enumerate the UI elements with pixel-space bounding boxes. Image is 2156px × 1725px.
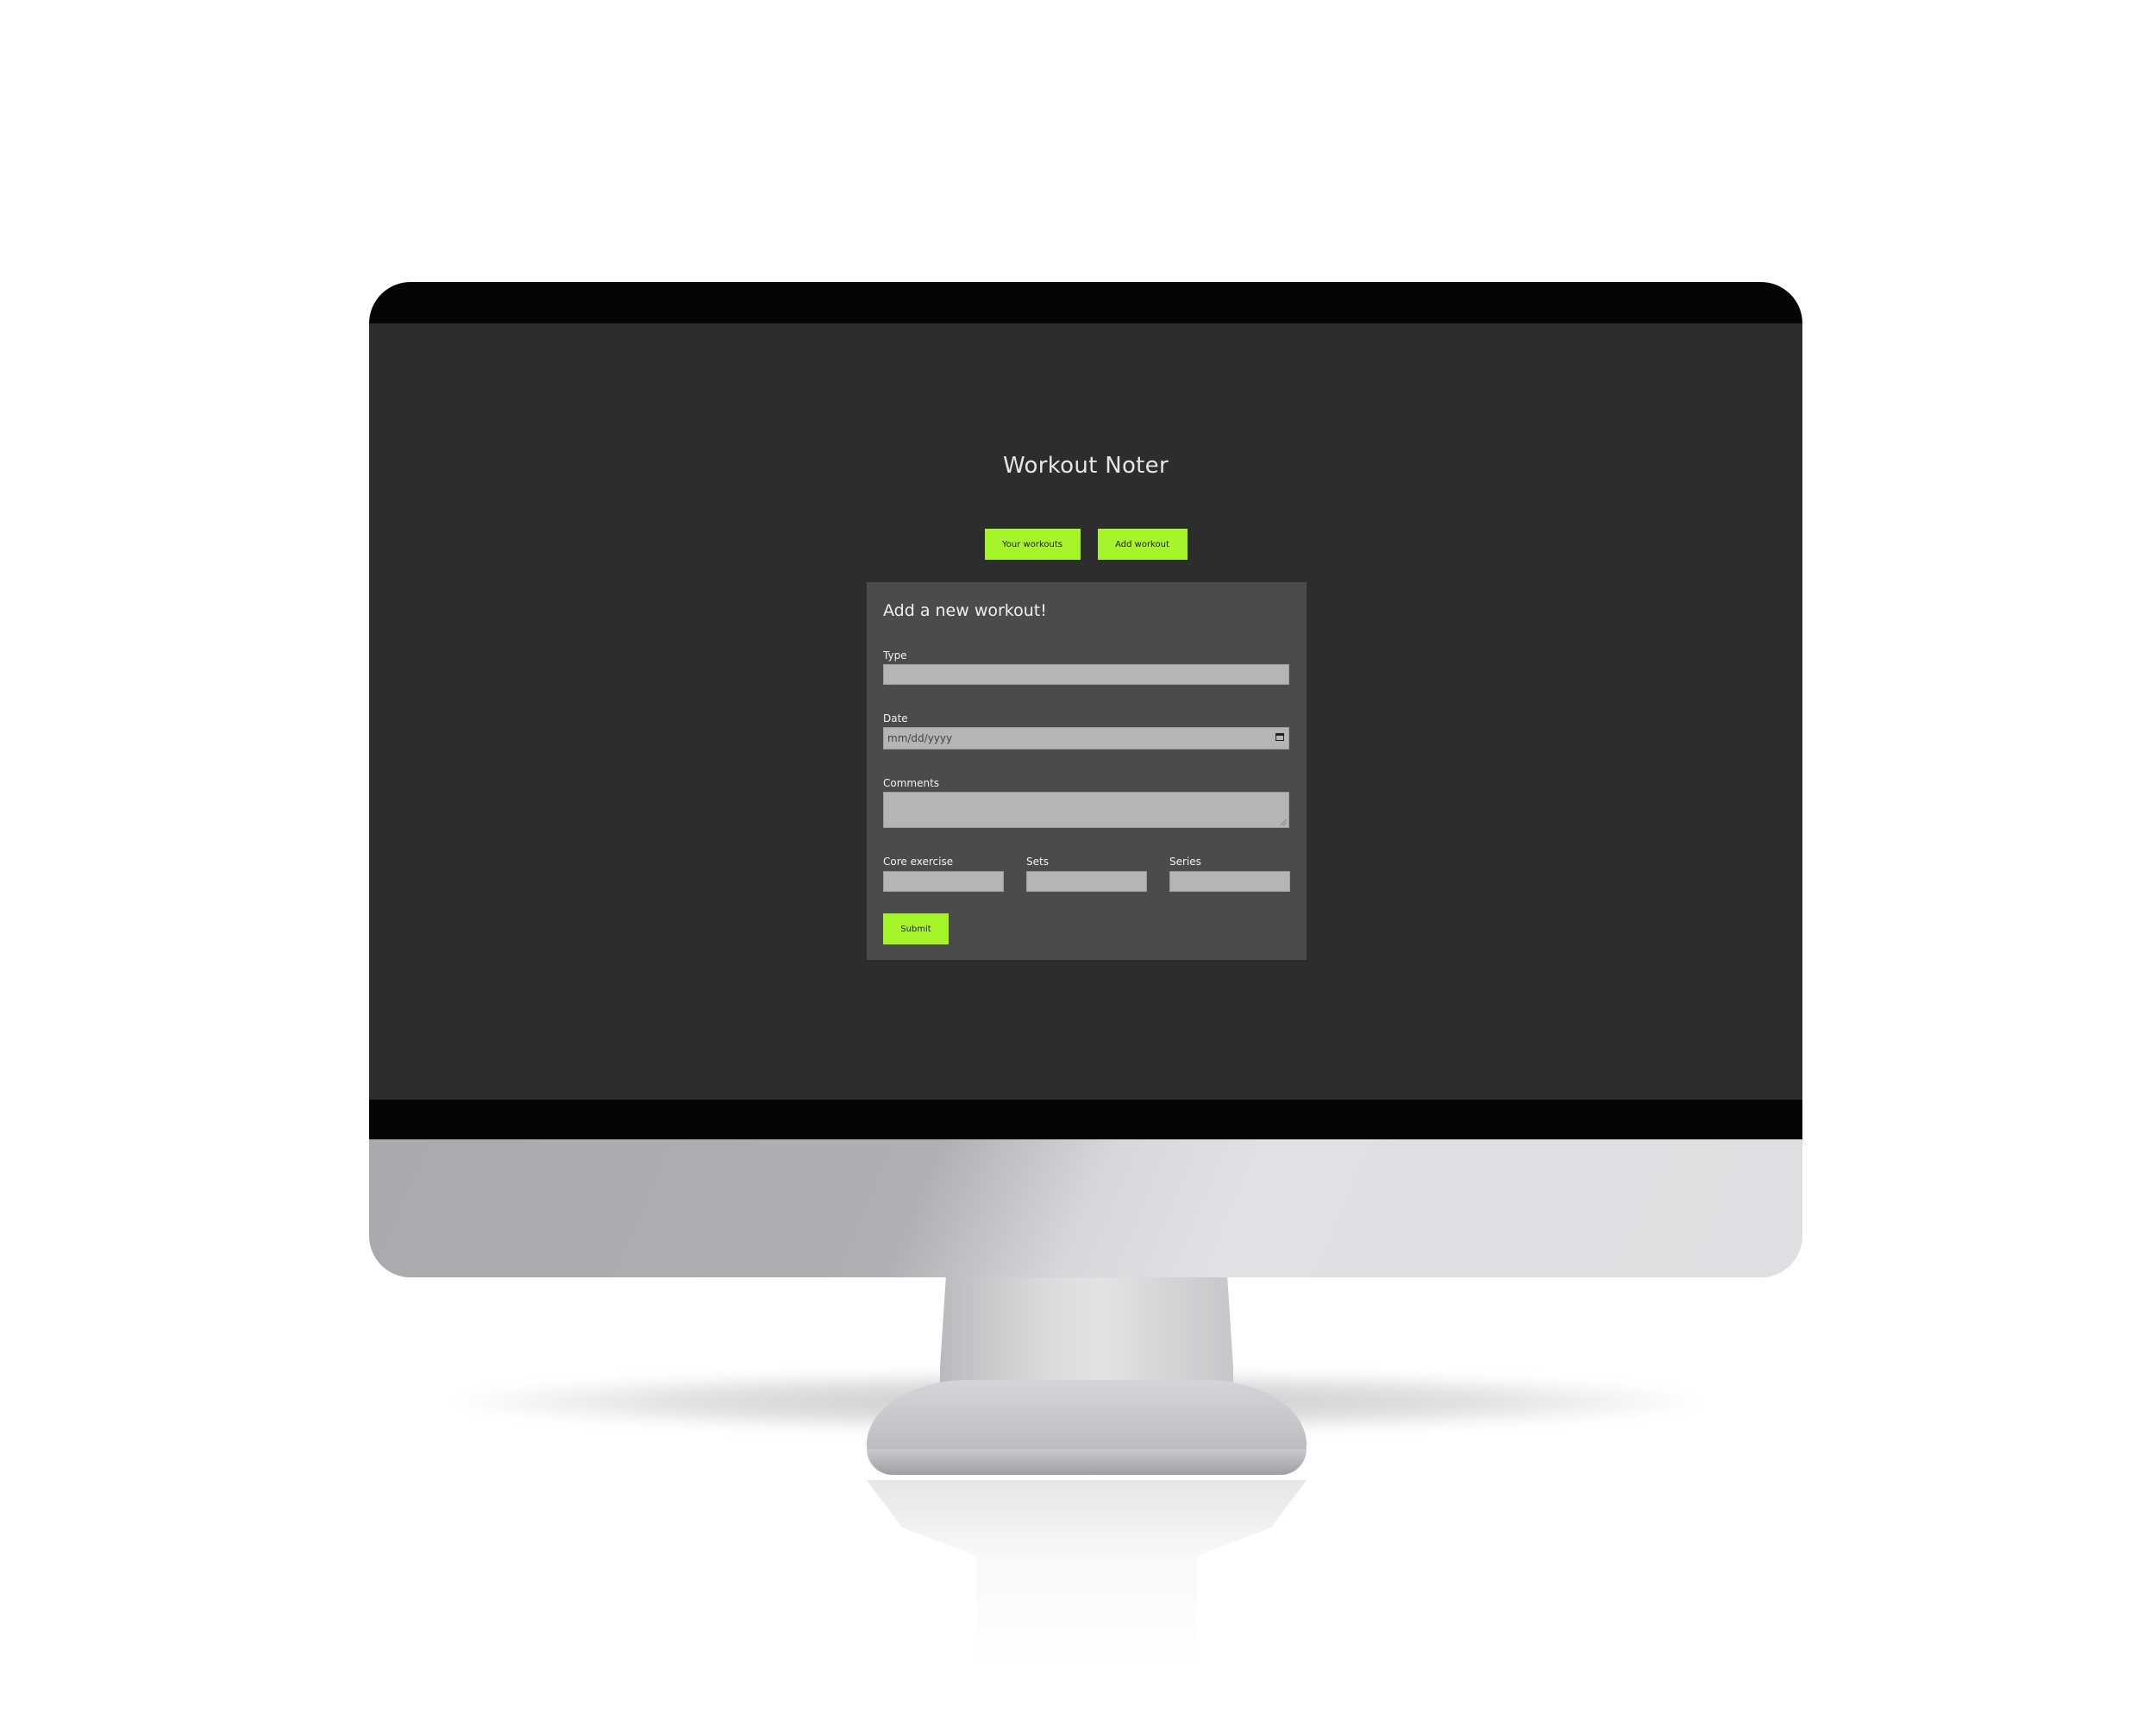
resize-handle-icon[interactable] [1281,819,1287,825]
series-label: Series [1169,856,1201,868]
calendar-icon[interactable] [1275,733,1284,741]
submit-button[interactable]: Submit [883,913,949,944]
comments-label: Comments [883,777,940,789]
add-workout-button[interactable]: Add workout [1097,529,1188,560]
series-input[interactable] [1169,871,1290,892]
your-workouts-button[interactable]: Your workouts [984,529,1081,560]
monitor: Workout Noter Your workouts Add workout … [369,282,1802,1277]
comments-textarea[interactable] [883,792,1289,828]
sets-label: Sets [1026,856,1049,868]
date-input[interactable]: mm/dd/yyyy [883,727,1289,750]
monitor-chin [369,1139,1802,1277]
main-nav: Your workouts Add workout [369,529,1802,560]
core-exercise-label: Core exercise [883,856,954,868]
stand-reflection [867,1480,1307,1670]
sets-input[interactable] [1026,871,1147,892]
date-placeholder: mm/dd/yyyy [887,732,953,744]
date-label: Date [883,712,908,724]
form-title: Add a new workout! [883,601,1047,620]
add-workout-form: Add a new workout! Type Date mm/dd/yyyy … [867,582,1307,960]
type-input[interactable] [883,664,1289,685]
mockup-stage: Workout Noter Your workouts Add workout … [0,0,2156,1725]
app-screen: Workout Noter Your workouts Add workout … [369,323,1802,1100]
type-label: Type [883,649,907,662]
page-title: Workout Noter [1003,453,1169,479]
core-exercise-input[interactable] [883,871,1004,892]
monitor-stand-base [867,1449,1307,1475]
